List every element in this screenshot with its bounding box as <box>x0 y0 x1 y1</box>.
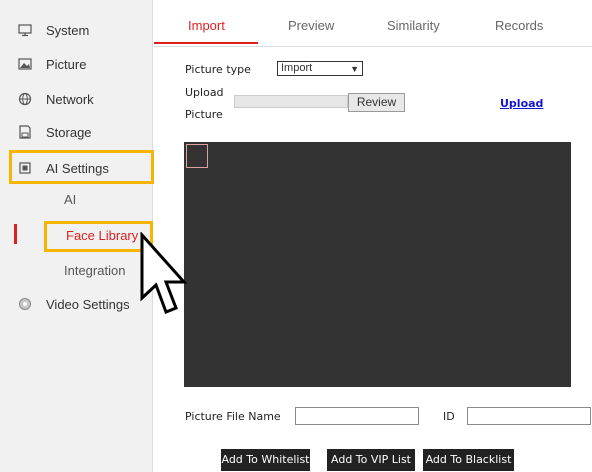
globe-icon <box>18 92 32 106</box>
tab-active-underline <box>154 42 258 44</box>
picture-type-value: Import <box>281 62 313 74</box>
monitor-icon <box>18 24 32 37</box>
sidebar-item-label: Storage <box>46 124 92 140</box>
file-path-field[interactable] <box>234 95 348 108</box>
active-indicator <box>14 224 17 244</box>
upload-link[interactable]: Upload <box>500 97 543 110</box>
sidebar-item-label: Network <box>46 91 94 107</box>
sidebar-subitem-face-library[interactable]: Face Library <box>66 228 138 243</box>
picture-preview-area <box>184 142 571 387</box>
tab-records[interactable]: Records <box>495 18 543 33</box>
add-to-whitelist-button[interactable]: Add To Whitelist <box>221 449 310 471</box>
sidebar-item-video-settings[interactable]: Video Settings <box>0 289 153 319</box>
sidebar-item-label: Picture <box>46 56 87 72</box>
tab-preview[interactable]: Preview <box>288 18 334 33</box>
picture-type-select[interactable]: Import ▼ <box>277 61 363 76</box>
id-label: ID <box>443 410 455 423</box>
id-input[interactable] <box>467 407 591 425</box>
upload-picture-label-line2: Picture <box>185 108 223 121</box>
add-to-vip-list-button[interactable]: Add To VIP List <box>327 449 415 471</box>
tab-similarity[interactable]: Similarity <box>387 18 440 33</box>
preview-thumbnail-frame <box>186 144 208 168</box>
storage-icon <box>19 125 31 139</box>
sidebar-item-label: AI Settings <box>46 160 109 176</box>
ai-settings-icon <box>19 162 31 174</box>
tab-import[interactable]: Import <box>188 18 225 33</box>
chevron-down-icon: ▼ <box>350 64 359 74</box>
sidebar-item-network[interactable]: Network <box>0 84 153 114</box>
picture-file-name-input[interactable] <box>295 407 419 425</box>
mouse-pointer-icon <box>140 232 188 314</box>
sidebar-item-storage[interactable]: Storage <box>0 117 153 147</box>
picture-file-name-label: Picture File Name <box>185 410 281 423</box>
video-settings-icon <box>19 298 31 310</box>
sidebar-item-ai-settings[interactable]: AI Settings <box>0 153 153 183</box>
picture-icon <box>18 58 32 70</box>
sidebar-subitem-ai[interactable]: AI <box>64 192 76 207</box>
upload-picture-label-line1: Upload <box>185 86 224 99</box>
sidebar-item-label: System <box>46 22 90 38</box>
sidebar-item-picture[interactable]: Picture <box>0 49 153 79</box>
sidebar-item-system[interactable]: System <box>0 15 153 45</box>
sidebar-subitem-integration[interactable]: Integration <box>64 263 125 278</box>
tab-bar: Import Preview Similarity Records <box>154 0 592 47</box>
picture-type-label: Picture type <box>185 63 251 76</box>
add-to-blacklist-button[interactable]: Add To Blacklist <box>423 449 514 471</box>
review-button[interactable]: Review <box>348 93 405 112</box>
sidebar: System Picture Network Storage AI Settin… <box>0 0 153 472</box>
sidebar-item-label: Video Settings <box>46 296 130 312</box>
